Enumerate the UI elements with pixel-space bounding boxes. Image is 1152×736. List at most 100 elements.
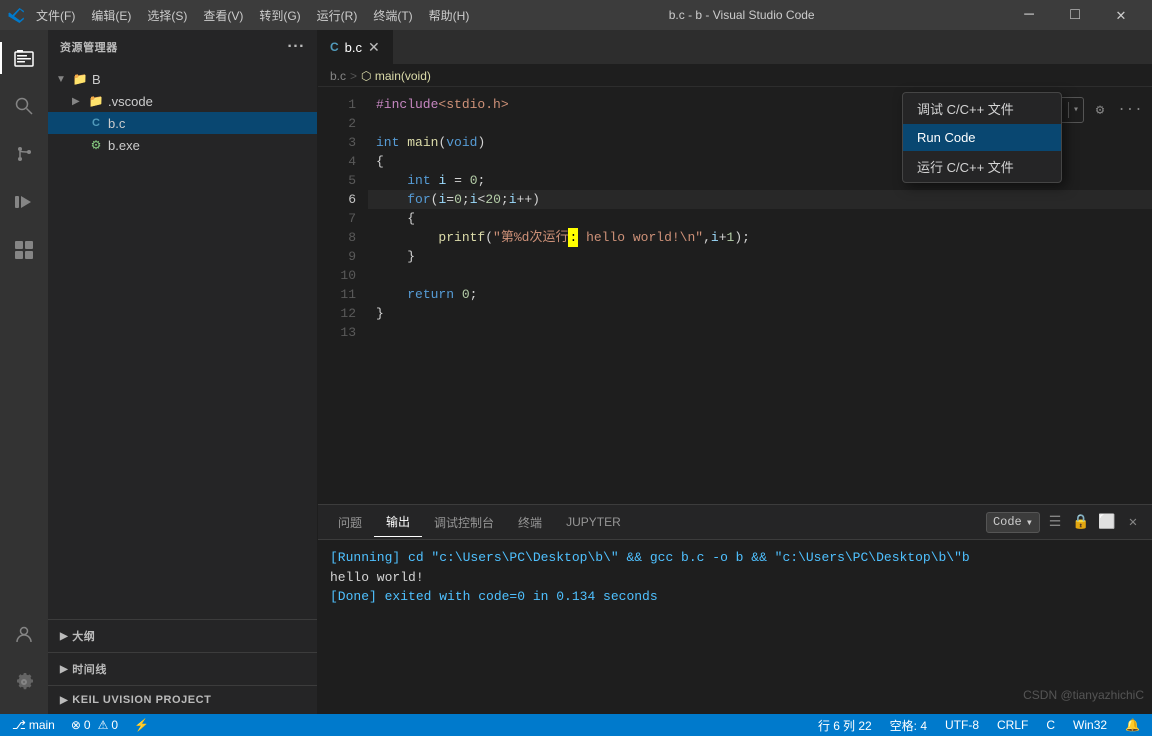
- terminal-done-line: [Done] exited with code=0 in 0.134 secon…: [330, 587, 1140, 607]
- ln-10: 10: [318, 266, 356, 285]
- panel-tab-jupyter[interactable]: JUPYTER: [554, 509, 633, 535]
- menu-goto[interactable]: 转到(G): [251, 3, 308, 28]
- file-tree: ▼ 📁 B ▶ 📁 .vscode C b.c ⚙ b.exe: [48, 64, 317, 619]
- panel-tab-problems[interactable]: 问题: [326, 508, 374, 537]
- tree-item-vscode[interactable]: ▶ 📁 .vscode: [48, 90, 317, 112]
- window-title: b.c - b - Visual Studio Code: [477, 8, 1006, 22]
- maximize-button[interactable]: □: [1052, 0, 1098, 30]
- root-folder-label: B: [92, 72, 101, 87]
- vscode-logo-icon: [8, 7, 24, 23]
- ln-2: 2: [318, 114, 356, 133]
- panel-tab-terminal[interactable]: 终端: [506, 508, 554, 537]
- activity-account-icon[interactable]: [0, 610, 48, 658]
- ln-11: 11: [318, 285, 356, 304]
- dropdown-arrow-icon: ▾: [1026, 515, 1033, 530]
- ln-8: 8: [318, 228, 356, 247]
- ln-12: 12: [318, 304, 356, 323]
- panel-maximize-icon[interactable]: ⬜: [1096, 511, 1118, 533]
- git-branch-item[interactable]: ⎇ main: [8, 714, 59, 736]
- menu-view[interactable]: 查看(V): [195, 3, 251, 28]
- status-bar-right: 行 6 列 22 空格: 4 UTF-8 CRLF C Win32 🔔: [814, 714, 1144, 736]
- tab-close-icon[interactable]: ✕: [368, 39, 380, 56]
- outline-label: 大纲: [72, 628, 95, 644]
- panel-right-controls: Code ▾ ☰ 🔒 ⬜ ✕: [986, 511, 1144, 533]
- panel-lock-icon[interactable]: 🔒: [1070, 511, 1092, 533]
- activity-explorer-icon[interactable]: [0, 34, 48, 82]
- tree-item-bexe[interactable]: ⚙ b.exe: [48, 134, 317, 156]
- tree-item-bc[interactable]: C b.c: [48, 112, 317, 134]
- run-dropdown-button[interactable]: ▾: [1068, 102, 1083, 118]
- notifications-item[interactable]: 🔔: [1121, 714, 1144, 736]
- sidebar-outline-section: ▶ 大纲: [48, 619, 317, 652]
- titlebar: 文件(F) 编辑(E) 选择(S) 查看(V) 转到(G) 运行(R) 终端(T…: [0, 0, 1152, 30]
- sidebar-header: 资源管理器 ···: [48, 30, 317, 64]
- breadcrumb: b.c > ⬡ main(void): [318, 65, 1152, 87]
- activity-search-icon[interactable]: [0, 82, 48, 130]
- line-ending-item[interactable]: CRLF: [993, 714, 1032, 736]
- platform-item[interactable]: Win32: [1069, 714, 1111, 736]
- minimize-button[interactable]: ─: [1006, 0, 1052, 30]
- vscode-folder-label: .vscode: [108, 94, 153, 109]
- output-source-dropdown[interactable]: Code ▾: [986, 512, 1040, 533]
- panel-list-icon[interactable]: ☰: [1044, 511, 1066, 533]
- run-icon-status[interactable]: ⚡: [130, 714, 153, 736]
- editor-area: ▶ ▾ ⚙ ··· C b.c ✕ b.c > ⬡ main(void): [318, 30, 1152, 714]
- context-menu-run-cpp[interactable]: 运行 C/C++ 文件: [903, 151, 1061, 182]
- ln-7: 7: [318, 209, 356, 228]
- context-menu-debug[interactable]: 调试 C/C++ 文件: [903, 93, 1061, 124]
- errors-item[interactable]: ⊗ 0 ⚠ 0: [67, 714, 122, 736]
- error-icon: ⊗: [71, 718, 81, 732]
- menu-file[interactable]: 文件(F): [28, 3, 83, 28]
- panel-close-icon[interactable]: ✕: [1122, 511, 1144, 533]
- timeline-label: 时间线: [72, 661, 107, 677]
- activity-settings-icon[interactable]: [0, 658, 48, 706]
- language-item[interactable]: C: [1042, 714, 1059, 736]
- keil-header[interactable]: ▶ KEIL UVISION PROJECT: [48, 690, 317, 710]
- menu-terminal[interactable]: 终端(T): [365, 3, 420, 28]
- spaces-label: 空格: 4: [890, 717, 927, 734]
- timeline-header[interactable]: ▶ 时间线: [48, 657, 317, 681]
- sidebar-timeline-section: ▶ 时间线: [48, 652, 317, 685]
- panel-area: 问题 输出 调试控制台 终端 JUPYTER Code ▾ ☰ 🔒 ⬜ ✕ [R…: [318, 504, 1152, 714]
- sidebar-more-button[interactable]: ···: [287, 38, 305, 56]
- encoding-item[interactable]: UTF-8: [941, 714, 983, 736]
- code-line-7: {: [368, 209, 1152, 228]
- tab-bc[interactable]: C b.c ✕: [318, 30, 393, 64]
- tree-root-folder[interactable]: ▼ 📁 B: [48, 68, 317, 90]
- code-line-9: }: [368, 247, 1152, 266]
- close-button[interactable]: ✕: [1098, 0, 1144, 30]
- folder-icon: 📁: [72, 71, 88, 87]
- menu-edit[interactable]: 编辑(E): [83, 3, 139, 28]
- activity-debug-icon[interactable]: [0, 178, 48, 226]
- panel-tab-debug[interactable]: 调试控制台: [422, 508, 506, 537]
- breadcrumb-sep: >: [350, 69, 357, 83]
- sidebar: 资源管理器 ··· ▼ 📁 B ▶ 📁 .vscode C b.c: [48, 30, 318, 714]
- code-line-12: }: [368, 304, 1152, 323]
- c-file-icon: C: [88, 115, 104, 131]
- context-menu-run[interactable]: Run Code: [903, 124, 1061, 151]
- more-actions-button[interactable]: ···: [1116, 98, 1144, 122]
- sidebar-title: 资源管理器: [60, 39, 118, 55]
- encoding-label: UTF-8: [945, 718, 979, 732]
- settings-button[interactable]: ⚙: [1086, 98, 1114, 122]
- outline-header[interactable]: ▶ 大纲: [48, 624, 317, 648]
- tab-bc-label: b.c: [345, 40, 362, 55]
- row-col-item[interactable]: 行 6 列 22: [814, 714, 876, 736]
- run-status-icon: ⚡: [134, 718, 149, 732]
- spaces-item[interactable]: 空格: 4: [886, 714, 931, 736]
- ln-9: 9: [318, 247, 356, 266]
- menu-help[interactable]: 帮助(H): [421, 3, 478, 28]
- breadcrumb-symbol-text: main(void): [375, 69, 431, 83]
- panel-tab-output[interactable]: 输出: [374, 507, 422, 537]
- menu-run[interactable]: 运行(R): [309, 3, 366, 28]
- status-bar: ⎇ main ⊗ 0 ⚠ 0 ⚡ 行 6 列 22 空格: 4 UTF-8 CR…: [0, 714, 1152, 736]
- activity-git-icon[interactable]: [0, 130, 48, 178]
- keil-label: KEIL UVISION PROJECT: [72, 694, 211, 706]
- code-line-6: for(i=0;i<20;i++): [368, 190, 1152, 209]
- activity-extensions-icon[interactable]: [0, 226, 48, 274]
- breadcrumb-file[interactable]: b.c: [330, 69, 346, 83]
- csdn-watermark: CSDN @tianyazhichiC: [1015, 684, 1152, 706]
- bc-file-label: b.c: [108, 116, 125, 131]
- breadcrumb-symbol[interactable]: ⬡ main(void): [361, 69, 431, 83]
- menu-select[interactable]: 选择(S): [139, 3, 195, 28]
